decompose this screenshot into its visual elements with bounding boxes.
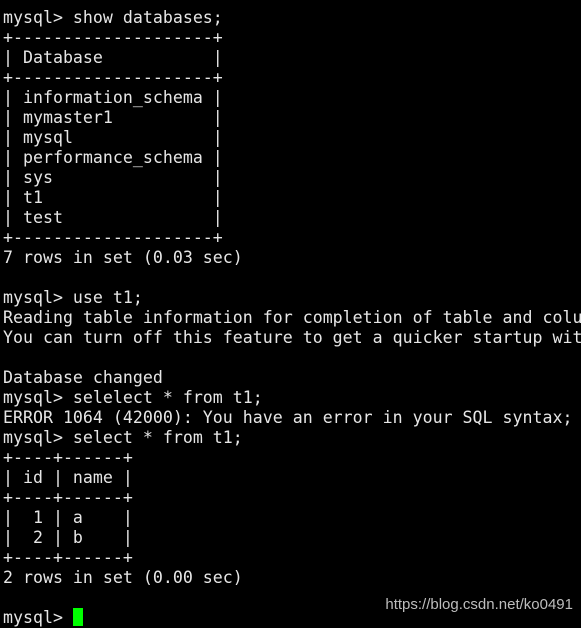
terminal-output[interactable]: mysql> show databases; +-----------------…	[3, 8, 581, 608]
terminal-line: | sys |	[3, 168, 223, 187]
terminal-line: +--------------------+	[3, 28, 223, 47]
terminal-line: | information_schema |	[3, 88, 223, 107]
terminal-line: +----+------+	[3, 488, 133, 507]
terminal-line: mysql> selelect * from t1;	[3, 388, 263, 407]
terminal-line: You can turn off this feature to get a q…	[3, 328, 581, 347]
terminal-line: +--------------------+	[3, 228, 223, 247]
terminal-line: | id | name |	[3, 468, 133, 487]
terminal-line: | performance_schema |	[3, 148, 223, 167]
terminal-line: +----+------+	[3, 548, 133, 567]
terminal-line: 7 rows in set (0.03 sec)	[3, 248, 243, 267]
terminal-line: mysql> select * from t1;	[3, 428, 243, 447]
terminal-line: +--------------------+	[3, 68, 223, 87]
terminal-line: | t1 |	[3, 188, 223, 207]
terminal-line: | mymaster1 |	[3, 108, 223, 127]
terminal-line: | Database |	[3, 48, 223, 67]
terminal-line: 2 rows in set (0.00 sec)	[3, 568, 243, 587]
terminal-line: Reading table information for completion…	[3, 308, 581, 327]
terminal-line: | test |	[3, 208, 223, 227]
terminal-line: mysql> show databases;	[3, 8, 223, 27]
cursor-icon	[72, 608, 83, 626]
terminal-line: Database changed	[3, 368, 163, 387]
prompt-line[interactable]: mysql>	[3, 608, 83, 628]
terminal-line: mysql> use t1;	[3, 288, 143, 307]
watermark: https://blog.csdn.net/ko0491	[385, 596, 573, 613]
terminal-line: | 2 | b |	[3, 528, 133, 547]
prompt: mysql>	[3, 608, 73, 627]
terminal-line: | 1 | a |	[3, 508, 133, 527]
terminal-line: | mysql |	[3, 128, 223, 147]
terminal-line: ERROR 1064 (42000): You have an error in…	[3, 408, 573, 427]
terminal-line: +----+------+	[3, 448, 133, 467]
